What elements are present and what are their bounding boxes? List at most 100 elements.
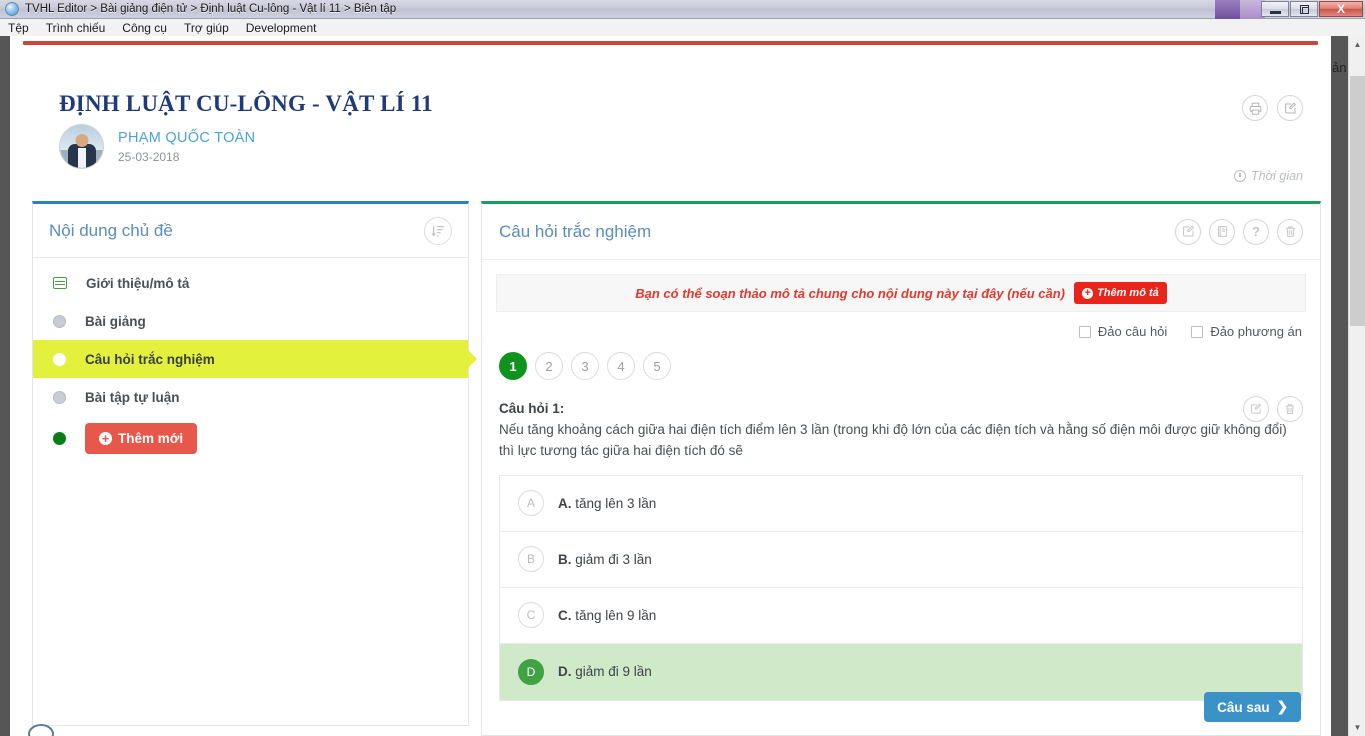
sidebar-item-bai-giang[interactable]: Bài giảng — [33, 302, 468, 340]
answer-list: A A. tăng lên 3 lần B B. giảm đi 3 lần C… — [499, 474, 1303, 701]
titlebar-accent-left — [1215, 0, 1243, 19]
answer-text: A. tăng lên 3 lần — [558, 496, 656, 511]
bullet-icon — [53, 352, 66, 366]
pager-page-4[interactable]: 4 — [607, 352, 635, 380]
author-name[interactable]: PHẠM QUỐC TOÀN — [118, 130, 255, 146]
maximize-button[interactable] — [1290, 1, 1318, 17]
menu-item-cong-cu[interactable]: Công cụ — [122, 21, 167, 35]
pager-page-2[interactable]: 2 — [535, 352, 563, 380]
answer-body: tăng lên 9 lần — [571, 607, 657, 623]
answer-option-b[interactable]: B B. giảm đi 3 lần — [500, 532, 1302, 588]
edit-icon[interactable] — [1243, 396, 1269, 422]
sidebar-items: Giới thiệu/mô tả Bài giảng Câu hỏi trắc … — [33, 258, 477, 460]
answer-prefix: D. — [558, 664, 572, 680]
next-question-button[interactable]: Câu sau ❯ — [1204, 692, 1301, 722]
scrollbar-thumb[interactable] — [1350, 76, 1365, 326]
shuffle-questions-label: Đảo câu hỏi — [1097, 324, 1168, 339]
publish-date: 25-03-2018 — [118, 149, 180, 164]
book-icon[interactable] — [1209, 218, 1235, 245]
header-actions — [1242, 95, 1303, 121]
main-panel-title: Câu hỏi trắc nghiệm — [499, 221, 652, 241]
sidebar-item-bai-tap-tu-luan[interactable]: Bài tập tự luận — [33, 378, 468, 416]
main-panel-actions: ? — [1175, 218, 1303, 245]
time-label: Thời gian — [1250, 169, 1303, 183]
question-pager: 1 2 3 4 5 — [482, 339, 1320, 380]
trash-icon[interactable] — [1277, 218, 1303, 245]
print-icon[interactable] — [1242, 95, 1268, 121]
menu-item-tro-giup[interactable]: Trợ giúp — [184, 21, 229, 35]
add-description-button[interactable]: + Thêm mô tả — [1074, 282, 1167, 304]
add-new-label: Thêm mới — [118, 430, 184, 446]
answer-key: B — [518, 546, 544, 573]
scroll-down-arrow-icon[interactable]: ▼ — [1349, 719, 1365, 736]
minimize-button[interactable] — [1261, 1, 1289, 17]
menu-item-tep[interactable]: Tệp — [8, 21, 29, 35]
document-icon — [53, 277, 67, 289]
answer-prefix: A. — [558, 495, 572, 511]
answer-prefix: C. — [558, 607, 572, 623]
menu-bar: Tệp Trình chiếu Công cụ Trợ giúp Develop… — [0, 19, 1365, 36]
close-button[interactable]: X — [1319, 1, 1363, 17]
answer-text: C. tăng lên 9 lần — [558, 608, 656, 623]
left-dark-strip — [0, 36, 10, 736]
window-title: TVHL Editor > Bài giảng điện tử > Định l… — [25, 3, 397, 15]
main-panel: Câu hỏi trắc nghiệm ? Bạn có thể soạn th… — [481, 201, 1321, 736]
answer-option-a[interactable]: A A. tăng lên 3 lần — [500, 476, 1302, 532]
shuffle-answers-checkbox[interactable]: Đảo phương án — [1191, 324, 1302, 339]
bullet-icon — [53, 314, 66, 328]
sidebar-item-label: Câu hỏi trắc nghiệm — [85, 351, 215, 367]
pager-page-5[interactable]: 5 — [643, 352, 671, 380]
answer-text: D. giảm đi 9 lần — [558, 664, 652, 679]
application-window: TVHL Editor > Bài giảng điện tử > Định l… — [0, 0, 1365, 736]
checkbox-box — [1078, 325, 1091, 338]
main-panel-header: Câu hỏi trắc nghiệm ? — [482, 204, 1320, 260]
answer-body: tăng lên 3 lần — [571, 495, 657, 511]
question-label: Câu hỏi 1: — [499, 401, 565, 416]
help-icon[interactable]: ? — [1243, 218, 1269, 245]
scroll-up-arrow-icon[interactable]: ▲ — [1349, 36, 1365, 53]
sidebar-title: Nội dung chủ đề — [49, 220, 173, 240]
avatar — [59, 124, 104, 169]
answer-key: D — [518, 658, 544, 685]
window-titlebar: TVHL Editor > Bài giảng điện tử > Định l… — [0, 0, 1365, 19]
window-controls: X — [1261, 1, 1363, 17]
right-dark-strip: ản — [1331, 36, 1348, 736]
answer-option-c[interactable]: C C. tăng lên 9 lần — [500, 588, 1302, 644]
sidebar-item-cau-hoi-trac-nghiem[interactable]: Câu hỏi trắc nghiệm — [33, 340, 477, 378]
edit-icon[interactable] — [1277, 95, 1303, 121]
pager-page-3[interactable]: 3 — [571, 352, 599, 380]
plus-icon: + — [99, 431, 112, 445]
sort-list-icon[interactable] — [424, 216, 452, 245]
add-description-label: Thêm mô tả — [1097, 287, 1159, 299]
menu-item-development[interactable]: Development — [246, 21, 317, 35]
sidebar-item-label: Giới thiệu/mô tả — [86, 275, 190, 291]
pager-page-1[interactable]: 1 — [499, 352, 527, 380]
clock-icon — [1233, 170, 1246, 182]
answer-option-d[interactable]: D D. giảm đi 9 lần — [500, 643, 1302, 700]
answer-prefix: B. — [558, 551, 572, 567]
shuffle-options: Đảo câu hỏi Đảo phương án — [482, 312, 1320, 339]
shuffle-questions-checkbox[interactable]: Đảo câu hỏi — [1078, 324, 1168, 339]
vertical-scrollbar[interactable]: ▲ ▼ — [1348, 36, 1365, 736]
answer-body: giảm đi 3 lần — [571, 551, 652, 567]
app-globe-icon — [5, 2, 19, 16]
edit-icon[interactable] — [1175, 218, 1201, 245]
answer-text: B. giảm đi 3 lần — [558, 552, 652, 567]
menu-item-trinh-chieu[interactable]: Trình chiếu — [46, 21, 106, 35]
answer-body: giảm đi 9 lần — [571, 664, 652, 680]
add-new-button[interactable]: + Thêm mới — [85, 422, 198, 454]
checkbox-box — [1191, 325, 1204, 338]
bullet-icon — [53, 390, 66, 404]
next-button-wrap: Câu sau ❯ — [1204, 692, 1301, 722]
question-text: Nếu tăng khoảng cách giữa hai điện tích … — [499, 422, 1287, 458]
time-indicator: Thời gian — [1233, 169, 1303, 183]
next-question-label: Câu sau — [1217, 699, 1270, 715]
sidebar-item-gioi-thieu[interactable]: Giới thiệu/mô tả — [33, 264, 468, 302]
answer-key: A — [518, 490, 544, 517]
description-bar: Bạn có thể soạn thảo mô tả chung cho nội… — [496, 274, 1306, 312]
page-content: ĐỊNH LUẬT CU-LÔNG - VẬT LÍ 11 PHẠM QUỐC … — [10, 36, 1331, 736]
trash-icon[interactable] — [1277, 396, 1303, 422]
sidebar-add-row: + Thêm mới — [33, 416, 468, 460]
plus-icon: + — [1082, 287, 1094, 299]
document-header: ĐỊNH LUẬT CU-LÔNG - VẬT LÍ 11 PHẠM QUỐC … — [23, 45, 1318, 188]
